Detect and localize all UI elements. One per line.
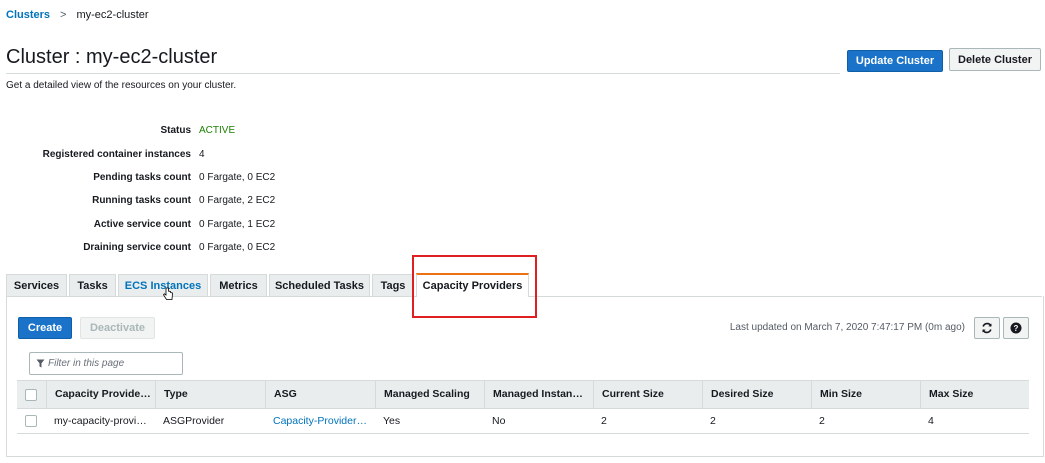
table-header: Capacity Provide… Type ASG Managed Scali… (17, 380, 1029, 409)
tab-scheduled-tasks[interactable]: Scheduled Tasks (269, 274, 370, 296)
update-cluster-button[interactable]: Update Cluster (847, 50, 943, 72)
table-cell: 2 (819, 415, 825, 427)
tab-services[interactable]: Services (6, 274, 67, 296)
table-cell: Yes (383, 415, 401, 427)
detail-label: Status (160, 125, 191, 136)
table-row[interactable]: my-capacity-provi… ASGProvider Capacity-… (17, 409, 1029, 434)
filter-input[interactable]: Filter in this page (29, 352, 183, 375)
column-header[interactable]: ASG (265, 381, 375, 408)
hand-cursor-icon (162, 287, 173, 300)
detail-label: Pending tasks count (93, 172, 191, 183)
detail-value: 0 Fargate, 0 EC2 (199, 172, 276, 183)
filter-placeholder: Filter in this page (48, 358, 125, 369)
column-header[interactable]: Type (155, 381, 265, 408)
tab-metrics[interactable]: Metrics (210, 274, 267, 296)
detail-value: 0 Fargate, 0 EC2 (199, 242, 276, 253)
detail-status: Status ACTIVE (6, 125, 235, 141)
detail-draining-services: Draining service count 0 Fargate, 0 EC2 (6, 242, 275, 258)
status-value: ACTIVE (199, 125, 236, 136)
select-all-checkbox[interactable] (25, 389, 37, 401)
detail-label: Running tasks count (92, 195, 191, 206)
breadcrumb-separator: > (60, 9, 67, 21)
page-subtitle: Get a detailed view of the resources on … (6, 80, 237, 91)
detail-active-services: Active service count 0 Fargate, 1 EC2 (6, 219, 275, 235)
table-cell: 2 (601, 415, 607, 427)
filter-icon (36, 359, 45, 368)
highlight-box (412, 255, 537, 318)
page-title: Cluster : my-ec2-cluster (6, 46, 218, 68)
refresh-icon (982, 322, 992, 334)
last-updated-text: Last updated on March 7, 2020 7:47:17 PM… (729, 322, 965, 333)
column-header[interactable]: Min Size (811, 381, 920, 408)
detail-value: 0 Fargate, 2 EC2 (199, 195, 276, 206)
breadcrumb-clusters-link[interactable]: Clusters (6, 9, 50, 21)
breadcrumb-current: my-ec2-cluster (76, 9, 149, 21)
detail-label: Draining service count (83, 242, 191, 253)
column-header[interactable]: Managed Instan… (484, 381, 593, 408)
row-checkbox[interactable] (25, 415, 37, 427)
column-header[interactable]: Managed Scaling (375, 381, 484, 408)
svg-text:?: ? (1014, 324, 1019, 333)
refresh-button[interactable] (974, 317, 1000, 339)
help-icon: ? (1010, 322, 1022, 334)
table-cell: 2 (710, 415, 716, 427)
detail-registered-instances: Registered container instances 4 (6, 149, 205, 165)
table-cell: ASGProvider (163, 415, 225, 427)
detail-pending-tasks: Pending tasks count 0 Fargate, 0 EC2 (6, 172, 275, 188)
detail-label: Active service count (93, 219, 191, 230)
detail-label: Registered container instances (42, 149, 191, 160)
column-header[interactable]: Max Size (920, 381, 1029, 408)
detail-value: 4 (199, 149, 205, 160)
column-header[interactable]: Desired Size (702, 381, 811, 408)
detail-running-tasks: Running tasks count 0 Fargate, 2 EC2 (6, 195, 275, 211)
column-header[interactable]: Current Size (593, 381, 702, 408)
table-cell: 4 (928, 415, 934, 427)
deactivate-button[interactable]: Deactivate (80, 317, 155, 339)
tab-tags[interactable]: Tags (372, 274, 414, 296)
create-button[interactable]: Create (18, 317, 72, 339)
asg-link[interactable]: Capacity-Provider… (265, 409, 375, 433)
table-cell: No (492, 415, 506, 427)
title-divider (6, 73, 840, 74)
column-header[interactable]: Capacity Provide… (46, 381, 155, 408)
help-button[interactable]: ? (1003, 317, 1029, 339)
tab-tasks[interactable]: Tasks (69, 274, 116, 296)
table-cell: my-capacity-provi… (54, 415, 147, 427)
delete-cluster-button[interactable]: Delete Cluster (949, 48, 1041, 71)
detail-value: 0 Fargate, 1 EC2 (199, 219, 276, 230)
breadcrumb: Clusters > my-ec2-cluster (6, 9, 149, 21)
